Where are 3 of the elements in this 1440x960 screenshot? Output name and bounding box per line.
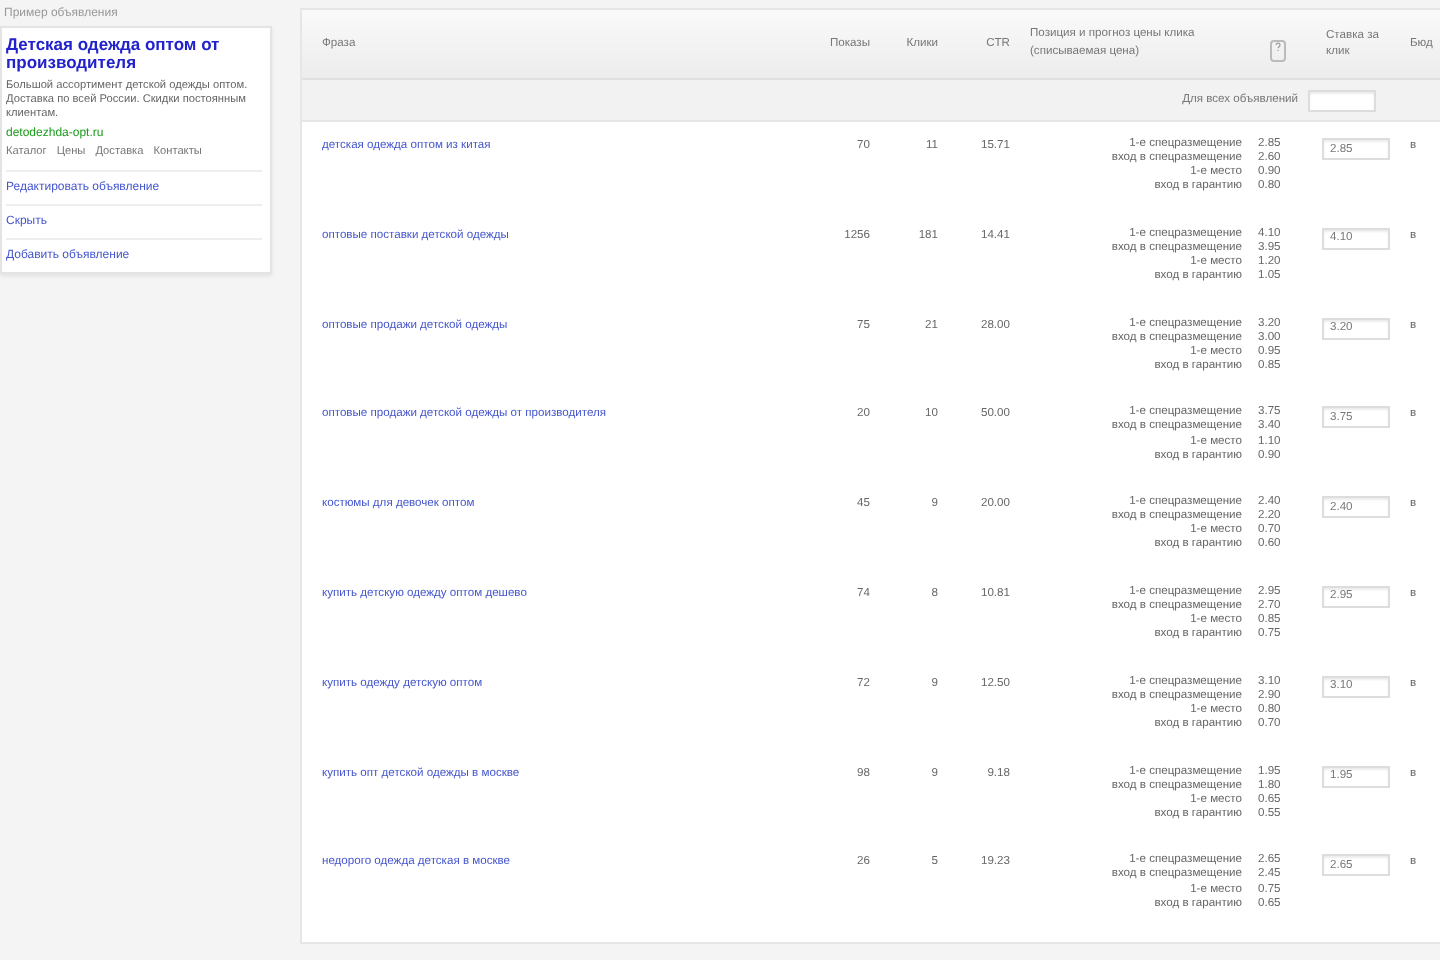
help-icon[interactable] xyxy=(1270,40,1286,62)
ad-title[interactable]: Детская одежда оптом от производителя xyxy=(6,36,262,74)
filter-input[interactable] xyxy=(1308,89,1376,111)
